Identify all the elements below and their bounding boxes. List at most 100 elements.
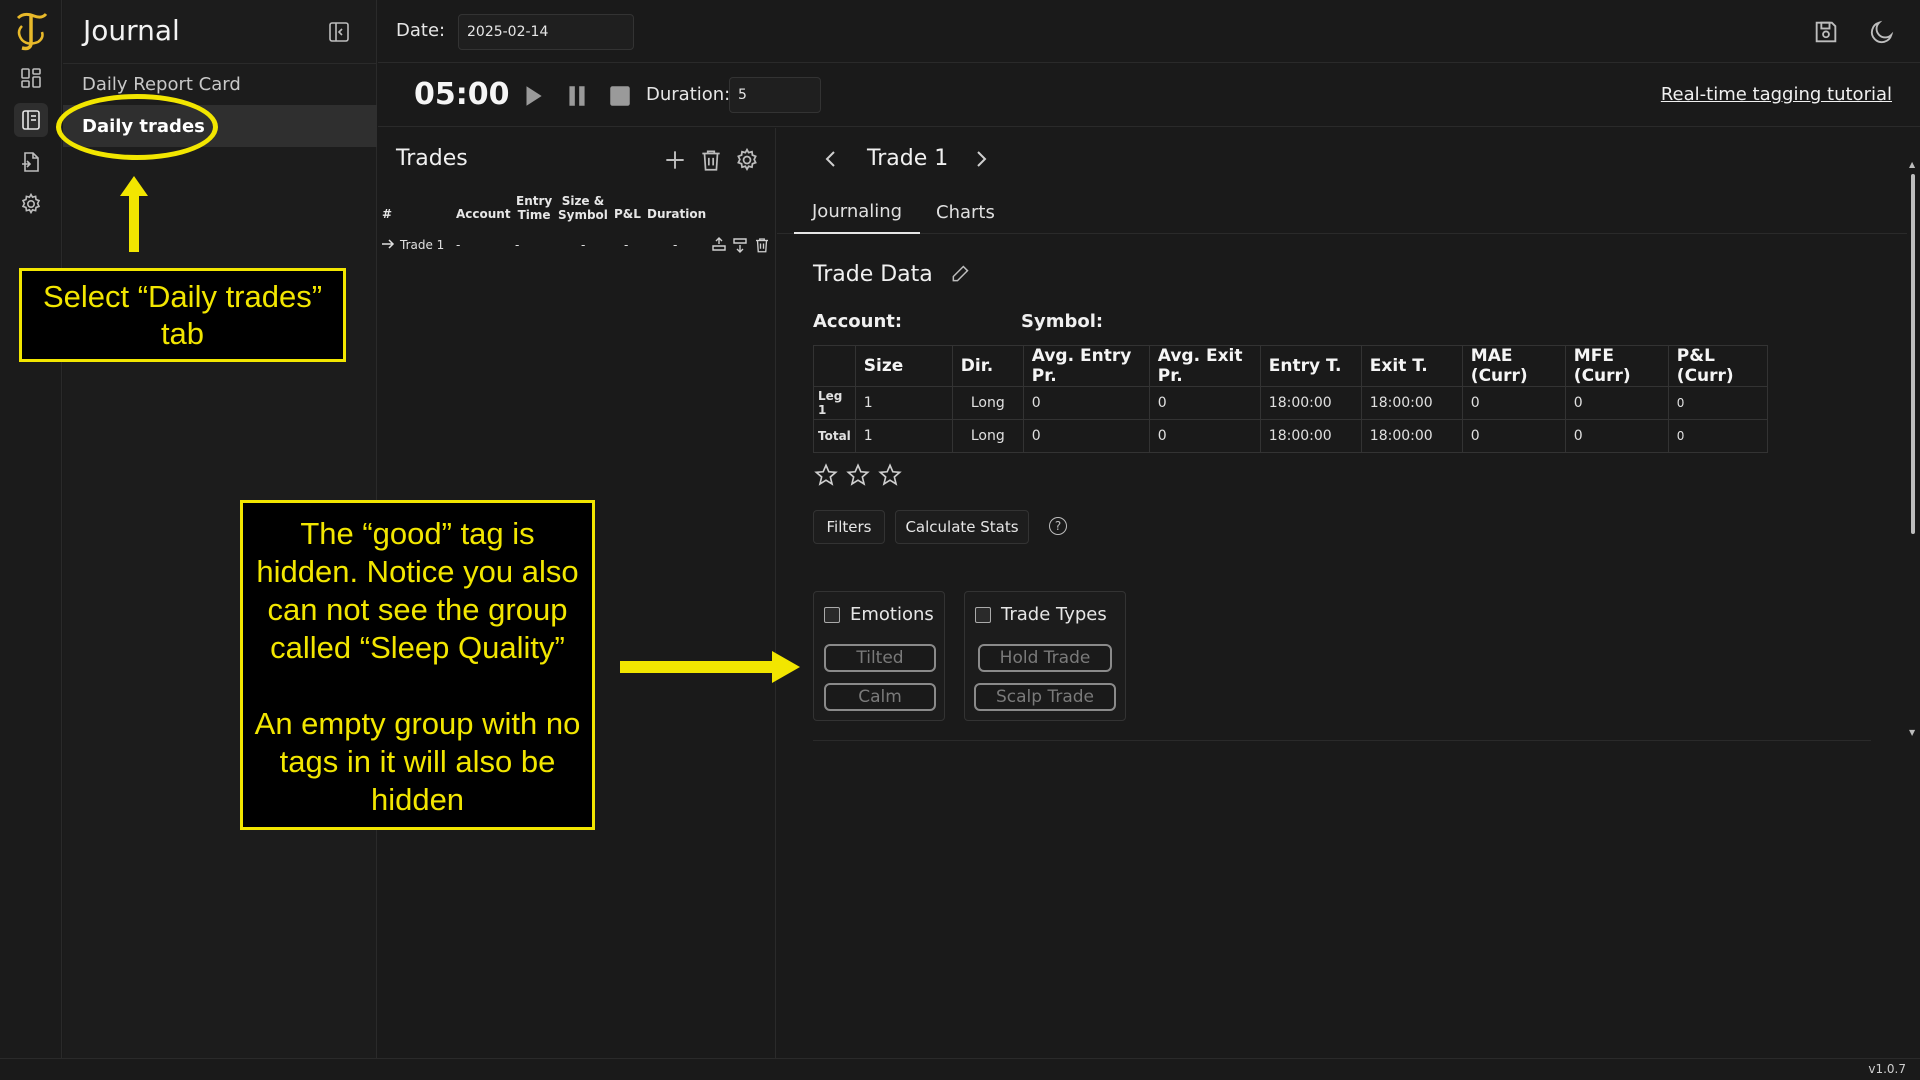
cell-avg-entry: 0 <box>1022 419 1150 453</box>
calculate-stats-button[interactable]: Calculate Stats <box>895 510 1029 544</box>
cell-pnl[interactable]: 0 <box>1667 386 1768 420</box>
cell-entry-time[interactable]: 18:00:00 <box>1259 386 1362 420</box>
tag-calm[interactable]: Calm <box>824 683 936 711</box>
tag-scalp-trade[interactable]: Scalp Trade <box>974 683 1116 711</box>
col-header-number: # <box>382 207 393 221</box>
edit-pencil-icon[interactable] <box>950 264 970 288</box>
highlight-ellipse <box>56 94 218 160</box>
rating-stars <box>813 462 913 488</box>
group-name: Emotions <box>850 604 934 625</box>
scroll-down-icon[interactable]: ▼ <box>1909 728 1915 737</box>
cell-size: 1 <box>854 419 953 453</box>
group-name: Trade Types <box>1001 604 1107 625</box>
duration-input[interactable]: 5 <box>729 77 821 113</box>
date-label: Date: <box>396 20 446 41</box>
cell-size[interactable]: 1 <box>854 386 953 420</box>
cell-exit-time: 18:00:00 <box>1360 419 1463 453</box>
cell-avg-entry[interactable]: 0 <box>1022 386 1150 420</box>
collapse-sidebar-icon[interactable] <box>327 20 351 44</box>
col-header-duration: Duration <box>647 207 707 221</box>
annotation-hidden-tags-note: The “good” tag is hidden. Notice you als… <box>240 500 595 830</box>
tab-journaling[interactable]: Journaling <box>794 191 921 234</box>
save-icon[interactable] <box>1812 18 1840 46</box>
status-bar: v1.0.7 <box>0 1058 1920 1080</box>
trades-title: Trades <box>396 146 468 171</box>
arrow-right-icon <box>620 651 800 683</box>
th-direction: Dir. <box>951 345 1024 387</box>
cell-pnl: 0 <box>1667 419 1768 453</box>
stop-icon[interactable] <box>607 83 633 109</box>
table-row[interactable]: Trade 1 - - - - - <box>378 232 776 258</box>
chevron-left-icon[interactable] <box>819 146 843 172</box>
annotation-note-line1: The “good” tag is hidden. Notice you als… <box>256 516 579 665</box>
pause-icon[interactable] <box>564 83 590 109</box>
play-icon[interactable] <box>520 83 546 109</box>
delete-trades-icon[interactable] <box>698 147 724 173</box>
cell-avg-exit[interactable]: 0 <box>1148 386 1261 420</box>
date-input[interactable]: 2025-02-14 <box>458 14 634 50</box>
col-header-pnl: P&L <box>614 207 641 221</box>
symbol-label: Symbol: <box>1021 311 1104 332</box>
cell-mae: 0 <box>1461 419 1566 453</box>
trade-detail: Trade 1 Journaling Charts Trade Data Acc… <box>777 128 1920 1058</box>
trade-row-entry-time: - <box>515 238 520 252</box>
th-avg-exit: Avg. Exit Pr. <box>1148 345 1261 387</box>
table-corner-cell <box>813 345 856 387</box>
trade-row-duration: - <box>673 238 678 252</box>
trade-row-size-symbol: - <box>581 238 586 252</box>
table-row: Leg 1 1 Long 0 0 18:00:00 18:00:00 0 0 0 <box>813 386 1768 420</box>
th-mae: MAE (Curr) <box>1461 345 1566 387</box>
trade-row-pnl: - <box>624 238 629 252</box>
insert-below-icon[interactable] <box>731 236 749 257</box>
trade-data-table: Size Dir. Avg. Entry Pr. Avg. Exit Pr. E… <box>813 345 1768 453</box>
scroll-up-icon[interactable]: ▲ <box>1909 160 1915 169</box>
tutorial-link[interactable]: Real-time tagging tutorial <box>1661 84 1892 105</box>
scrollbar-thumb[interactable] <box>1911 174 1915 534</box>
chevron-right-icon[interactable] <box>969 146 993 172</box>
cell-direction[interactable]: Long <box>951 386 1024 420</box>
scrollbar[interactable]: ▲ ▼ <box>1908 160 1918 740</box>
th-avg-entry: Avg. Entry Pr. <box>1022 345 1150 387</box>
tag-group-emotions: Emotions Tilted Calm <box>813 591 945 721</box>
timer-display: 05:00 <box>414 77 510 112</box>
icon-rail <box>0 0 62 1058</box>
trade-row-account: - <box>456 238 461 252</box>
th-entry-time: Entry T. <box>1259 345 1362 387</box>
account-label: Account: <box>813 311 903 332</box>
dashboard-icon[interactable] <box>14 61 48 95</box>
th-size: Size <box>854 345 953 387</box>
tag-hold-trade[interactable]: Hold Trade <box>978 644 1112 672</box>
dark-mode-moon-icon[interactable] <box>1868 18 1896 46</box>
import-file-icon[interactable] <box>14 145 48 179</box>
group-checkbox[interactable] <box>975 606 991 623</box>
tag-tilted[interactable]: Tilted <box>824 644 936 672</box>
settings-gear-icon[interactable] <box>14 187 48 221</box>
trades-settings-icon[interactable] <box>734 147 760 173</box>
timer-bar: 05:00 Duration: 5 Real-time tagging tuto… <box>378 64 1920 127</box>
cell-direction: Long <box>951 419 1024 453</box>
cell-mfe[interactable]: 0 <box>1564 386 1669 420</box>
delete-row-icon[interactable] <box>753 236 771 257</box>
arrow-up-icon <box>120 176 148 252</box>
table-row: Total 1 Long 0 0 18:00:00 18:00:00 0 0 0 <box>813 419 1768 453</box>
cell-avg-exit: 0 <box>1148 419 1261 453</box>
col-header-entry-time: Entry Time <box>516 194 553 222</box>
version-label: v1.0.7 <box>1868 1062 1906 1076</box>
cell-exit-time[interactable]: 18:00:00 <box>1360 386 1463 420</box>
cell-mae[interactable]: 0 <box>1461 386 1566 420</box>
group-checkbox[interactable] <box>824 606 840 623</box>
star-icon[interactable] <box>813 462 839 488</box>
section-divider <box>813 740 1871 741</box>
tab-charts[interactable]: Charts <box>918 191 1013 234</box>
insert-above-icon[interactable] <box>710 236 728 257</box>
duration-label: Duration: <box>646 84 731 105</box>
star-icon[interactable] <box>845 462 871 488</box>
th-mfe: MFE (Curr) <box>1564 345 1669 387</box>
top-bar: Date: 2025-02-14 <box>378 0 1920 63</box>
trade-title: Trade 1 <box>867 146 949 171</box>
add-trade-icon[interactable] <box>662 147 688 173</box>
filters-button[interactable]: Filters <box>813 510 885 544</box>
star-icon[interactable] <box>877 462 903 488</box>
journal-icon[interactable] <box>14 103 48 137</box>
help-icon[interactable]: ? <box>1049 517 1067 535</box>
